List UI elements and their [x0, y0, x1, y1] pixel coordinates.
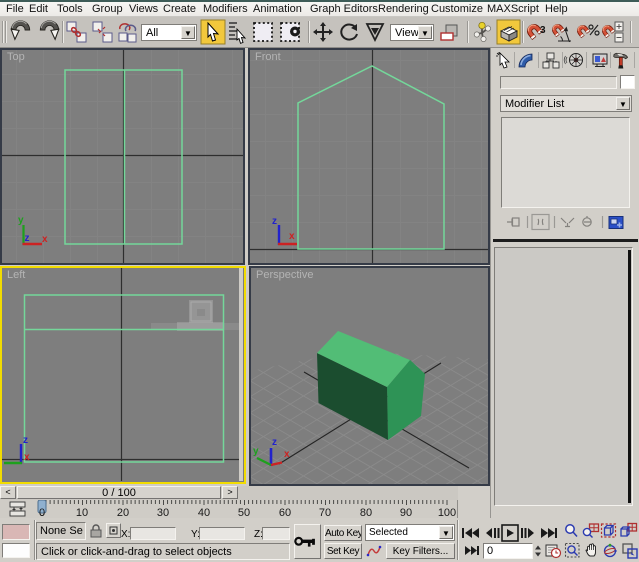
svg-text:50: 50 [238, 507, 250, 518]
svg-text:y: y [253, 446, 259, 457]
svg-text:100: 100 [438, 507, 456, 518]
svg-text:z: z [272, 216, 277, 227]
svg-text:40: 40 [198, 507, 210, 518]
svg-text:30: 30 [157, 507, 169, 518]
svg-text:20: 20 [117, 507, 129, 518]
svg-text:z: z [25, 233, 30, 244]
svg-text:90: 90 [400, 507, 412, 518]
svg-text:z: z [23, 435, 28, 446]
svg-text:y: y [18, 215, 24, 226]
svg-text:x: x [289, 231, 295, 242]
svg-text:80: 80 [360, 507, 372, 518]
svg-text:x: x [42, 234, 48, 245]
svg-text:z: z [272, 437, 277, 448]
svg-text:0: 0 [39, 507, 45, 518]
svg-text:3: 3 [540, 25, 546, 36]
svg-text:x: x [24, 452, 30, 463]
svg-text:60: 60 [279, 507, 291, 518]
svg-text:10: 10 [76, 507, 88, 518]
svg-text:x: x [284, 449, 290, 460]
svg-text:70: 70 [319, 507, 331, 518]
